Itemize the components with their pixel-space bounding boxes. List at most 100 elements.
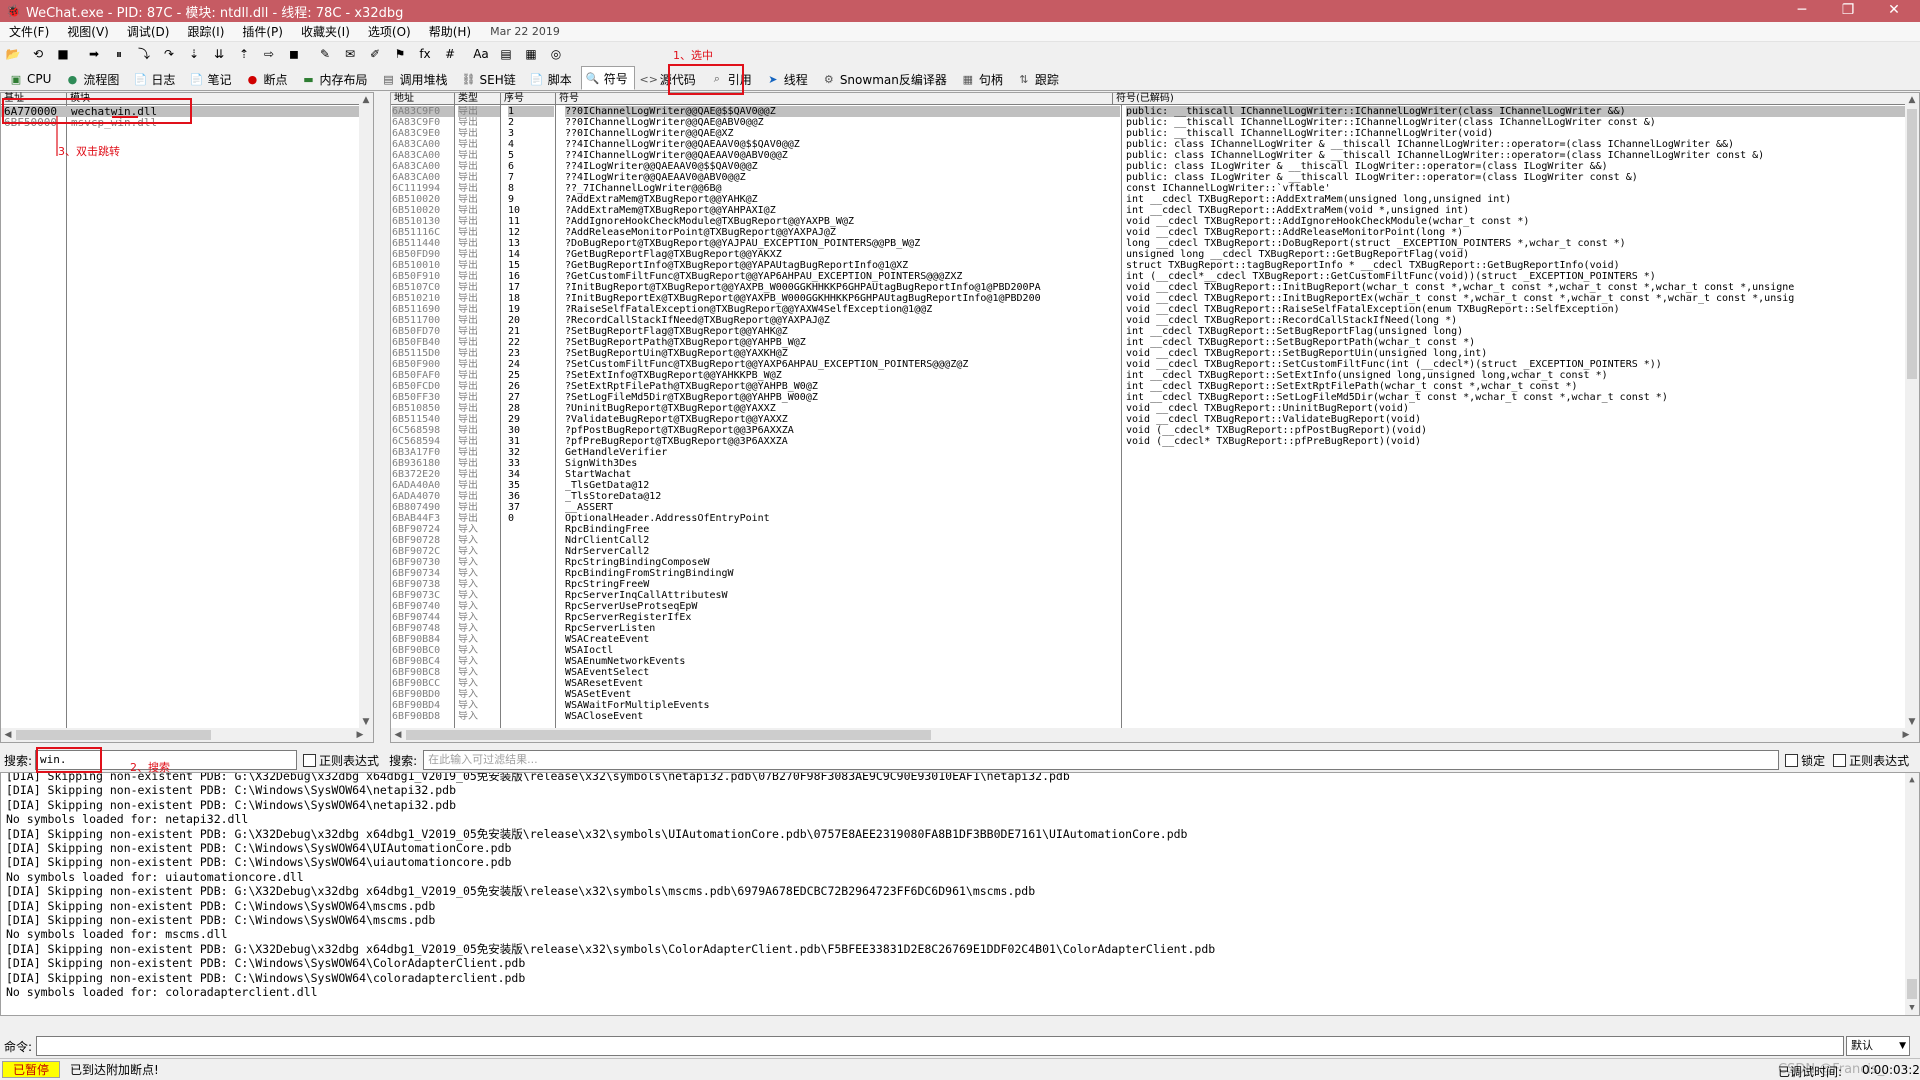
font-icon[interactable]: Aa — [472, 45, 490, 63]
symbol-name[interactable]: ?AddIgnoreHookCheckModule@TXBugReport@@Y… — [565, 216, 1120, 227]
symbol-name[interactable]: ??4IChannelLogWriter@@QAEAAV0@ABV0@@Z — [565, 150, 1120, 161]
trace-over-icon[interactable]: ⇊ — [210, 45, 228, 63]
scroll-up-arrow-icon[interactable]: ▲ — [359, 93, 373, 107]
symbol-name[interactable]: ?SetExtRptFilePath@TXBugReport@@YAHPB_W0… — [565, 381, 1120, 392]
symbol-name[interactable]: ?GetBugReportInfo@TXBugReport@@YAPAUtagB… — [565, 260, 1120, 271]
col-header-ordinal[interactable]: 序号 — [501, 93, 556, 105]
lock-checkbox[interactable]: 锁定 — [1785, 752, 1825, 769]
close-button[interactable]: ✕ — [1872, 0, 1916, 22]
scroll-up-arrow-icon[interactable]: ▲ — [1905, 93, 1919, 107]
symbol-name[interactable]: RpcStringFreeW — [565, 579, 1120, 590]
tab-threads[interactable]: ➤ 线程 — [761, 68, 815, 90]
symbol-name[interactable]: _TlsGetData@12 — [565, 480, 1120, 491]
symbols-horizontal-scrollbar[interactable]: ◀ ▶ — [391, 728, 1919, 742]
hash-icon[interactable]: # — [441, 45, 459, 63]
run-to-user-code-icon[interactable]: ⇨ — [260, 45, 278, 63]
symbol-name[interactable]: RpcBindingFree — [565, 524, 1120, 535]
col-header-module[interactable]: 模块 — [67, 93, 360, 105]
tab-source[interactable]: <> 源代码 — [637, 68, 703, 90]
checkbox-box[interactable] — [1785, 753, 1799, 767]
symbol-name[interactable]: RpcServerInqCallAttributesW — [565, 590, 1120, 601]
symbol-name[interactable]: WSAEnumNetworkEvents — [565, 656, 1120, 667]
tab-call-stack[interactable]: ▤ 调用堆栈 — [376, 68, 454, 90]
function-icon[interactable]: fx — [416, 45, 434, 63]
scylla-icon[interactable]: ◼ — [285, 45, 303, 63]
symbol-name[interactable]: ?pfPostBugReport@TXBugReport@@3P6AXXZA — [565, 425, 1120, 436]
symbol-name[interactable]: ?pfPreBugReport@TXBugReport@@3P6AXXZA — [565, 436, 1120, 447]
symbol-name[interactable]: RpcServerRegisterIfEx — [565, 612, 1120, 623]
symbol-name[interactable]: WSACreateEvent — [565, 634, 1120, 645]
symbol-name[interactable]: ??4ILogWriter@@QAEAAV0@$$QAV0@@Z — [565, 161, 1120, 172]
symbol-regex-checkbox[interactable]: 正则表达式 — [1833, 752, 1909, 769]
symbol-name[interactable]: ?InitBugReport@TXBugReport@@YAXPB_W000GG… — [565, 282, 1120, 293]
symbol-name[interactable]: RpcStringBindingComposeW — [565, 557, 1120, 568]
col-header-symbol[interactable]: 符号 — [556, 93, 1113, 105]
symbol-name[interactable]: __ASSERT — [565, 502, 1120, 513]
symbol-name[interactable]: ??0IChannelLogWriter@@QAE@ABV0@@Z — [565, 117, 1120, 128]
scroll-up-arrow-icon[interactable]: ▲ — [1905, 773, 1919, 787]
scroll-thumb[interactable] — [16, 730, 211, 740]
col-header-base[interactable]: 基址 — [1, 93, 67, 105]
symbol-name[interactable]: SignWith3Des — [565, 458, 1120, 469]
col-header-address[interactable]: 地址 — [391, 93, 455, 105]
tab-graph[interactable]: ● 流程图 — [60, 68, 126, 90]
symbol-name[interactable]: ?RecordCallStackIfNeed@TXBugReport@@YAXP… — [565, 315, 1120, 326]
menu-file[interactable]: 文件(F) — [0, 23, 58, 40]
command-mode-select[interactable]: 默认 ▼ — [1846, 1036, 1911, 1056]
symbol-name[interactable]: ?SetBugReportUin@TXBugReport@@YAXKH@Z — [565, 348, 1120, 359]
symbol-name[interactable]: RpcBindingFromStringBindingW — [565, 568, 1120, 579]
scroll-down-arrow-icon[interactable]: ▼ — [359, 715, 373, 729]
symbol-name[interactable]: ??4ILogWriter@@QAEAAV0@ABV0@@Z — [565, 172, 1120, 183]
bookmark-icon[interactable]: ⚑ — [391, 45, 409, 63]
patch-icon[interactable]: ✎ — [316, 45, 334, 63]
scroll-thumb[interactable] — [1907, 109, 1917, 379]
menu-view[interactable]: 视图(V) — [58, 23, 118, 40]
minimize-button[interactable]: ─ — [1780, 0, 1824, 22]
scroll-left-arrow-icon[interactable]: ◀ — [1, 728, 15, 742]
menu-trace[interactable]: 跟踪(I) — [178, 23, 233, 40]
comment-icon[interactable]: ✉ — [341, 45, 359, 63]
scroll-right-arrow-icon[interactable]: ▶ — [1899, 728, 1913, 742]
symbol-name[interactable]: OptionalHeader.AddressOfEntryPoint — [565, 513, 1120, 524]
trace-into-icon[interactable]: ⇣ — [185, 45, 203, 63]
symbol-name[interactable]: ?SetBugReportPath@TXBugReport@@YAHPB_W@Z — [565, 337, 1120, 348]
symbol-name[interactable]: ??0IChannelLogWriter@@QAE@XZ — [565, 128, 1120, 139]
modules-horizontal-scrollbar[interactable]: ◀ ▶ — [1, 728, 373, 742]
col-header-type[interactable]: 类型 — [455, 93, 501, 105]
tab-references[interactable]: ⌕ 引用 — [705, 68, 759, 90]
symbol-name[interactable]: ?GetBugReportFlag@TXBugReport@@YAKXZ — [565, 249, 1120, 260]
step-into-icon[interactable]: ⤵ — [135, 45, 153, 63]
symbols-vertical-scrollbar[interactable]: ▲ ▼ — [1905, 93, 1919, 729]
restore-button[interactable]: ❐ — [1826, 0, 1870, 22]
module-regex-checkbox[interactable]: 正则表达式 — [303, 752, 379, 769]
execute-till-return-icon[interactable]: ⇡ — [235, 45, 253, 63]
tab-seh[interactable]: ⛓ SEH链 — [457, 68, 523, 90]
symbol-name[interactable]: WSAResetEvent — [565, 678, 1120, 689]
scroll-thumb[interactable] — [1907, 979, 1917, 999]
menu-debug[interactable]: 调试(D) — [118, 23, 179, 40]
symbol-name[interactable]: ?RaiseSelfFatalException@TXBugReport@@YA… — [565, 304, 1120, 315]
tab-memory-map[interactable]: ▬ 内存布局 — [296, 68, 374, 90]
symbol-name[interactable]: ?UninitBugReport@TXBugReport@@YAXXZ — [565, 403, 1120, 414]
menu-options[interactable]: 选项(O) — [359, 23, 420, 40]
symbol-name[interactable]: ?SetCustomFiltFunc@TXBugReport@@YAXP6AHP… — [565, 359, 1120, 370]
symbol-name[interactable]: ?ValidateBugReport@TXBugReport@@YAXXZ — [565, 414, 1120, 425]
tab-symbols[interactable]: 🔍 符号 — [580, 66, 635, 90]
symbol-name[interactable]: ?SetExtInfo@TXBugReport@@YAHKKPB_W@Z — [565, 370, 1120, 381]
symbol-name[interactable]: ?DoBugReport@TXBugReport@@YAJPAU_EXCEPTI… — [565, 238, 1120, 249]
symbol-name[interactable]: WSAEventSelect — [565, 667, 1120, 678]
tab-trace[interactable]: ⇅ 跟踪 — [1012, 68, 1066, 90]
tab-snowman[interactable]: ⚙ Snowman反编译器 — [817, 68, 954, 90]
menu-favourites[interactable]: 收藏夹(I) — [292, 23, 359, 40]
log-vertical-scrollbar[interactable]: ▲ ▼ — [1905, 773, 1919, 1015]
symbol-name[interactable]: _TlsStoreData@12 — [565, 491, 1120, 502]
modules-vertical-scrollbar[interactable]: ▲ ▼ — [359, 93, 373, 729]
menu-plugins[interactable]: 插件(P) — [233, 23, 292, 40]
restart-icon[interactable]: ⟲ — [29, 45, 47, 63]
col-header-undecorated[interactable]: 符号(已解码) — [1113, 93, 1907, 105]
scroll-right-arrow-icon[interactable]: ▶ — [353, 728, 367, 742]
menu-help[interactable]: 帮助(H) — [420, 23, 480, 40]
symbol-name[interactable]: ??4IChannelLogWriter@@QAEAAV0@$$QAV0@@Z — [565, 139, 1120, 150]
symbol-name[interactable]: StartWachat — [565, 469, 1120, 480]
symbol-name[interactable]: ?SetBugReportFlag@TXBugReport@@YAHK@Z — [565, 326, 1120, 337]
